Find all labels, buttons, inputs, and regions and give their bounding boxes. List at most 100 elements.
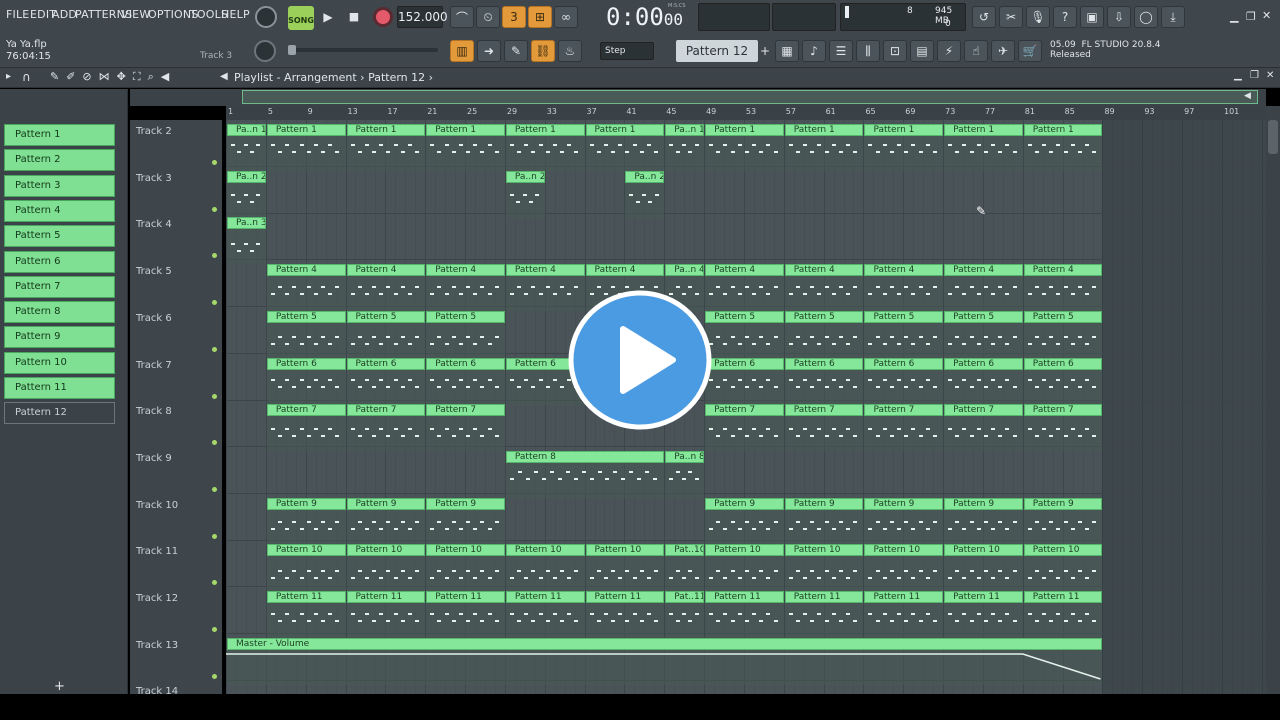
pattern-clip[interactable]: Pat..11 [665, 591, 705, 638]
playlist-icon[interactable]: ☰ [829, 40, 853, 62]
pattern-clip[interactable]: Pattern 6 [784, 357, 864, 405]
track-label[interactable]: Track 2 [136, 126, 172, 137]
pattern-clip[interactable]: Pattern 1 [705, 124, 784, 171]
pattern-clip[interactable]: Pattern 4 [944, 264, 1023, 312]
pattern-clip[interactable]: Pattern 5 [864, 310, 944, 358]
tools-icon[interactable]: ✈ [991, 40, 1015, 62]
pattern-clip[interactable]: Pattern 9 [705, 497, 784, 545]
pattern-clip[interactable]: Pattern 9 [1023, 497, 1103, 545]
playlist-grid[interactable]: Pa..n 1 Pattern 1 Pattern 1 Pattern 1 Patter… [226, 120, 1266, 694]
download-icon[interactable]: ⤓ [1161, 6, 1185, 28]
pattern-clip[interactable]: Pattern 10 [505, 544, 585, 592]
timeline-ruler[interactable]: 1 5 9 13 17 21 25 29 33 37 41 45 49 53 57 61 65 69 73 77 81 8… [226, 106, 1266, 120]
overview-arrow-icon[interactable]: ◀ [1244, 91, 1251, 101]
pattern-clip[interactable]: Pa..n 3 [227, 217, 266, 265]
menu-file[interactable]: FILE [6, 8, 29, 21]
track-mute-led[interactable] [212, 253, 217, 259]
track-lane[interactable] [226, 680, 1266, 694]
project-icon[interactable]: ▤ [910, 40, 934, 62]
track-lane[interactable] [226, 167, 1266, 214]
pattern-clip[interactable]: Pattern 1 [266, 124, 346, 171]
pattern-clip[interactable]: Pattern 6 [944, 357, 1023, 405]
help-icon[interactable]: ? [1053, 6, 1077, 28]
pattern-list-item[interactable]: Pattern 11 [4, 377, 115, 399]
paint-icon[interactable]: ✎ [504, 40, 528, 62]
pattern-clip[interactable]: Pattern 9 [266, 497, 346, 545]
pattern-clip[interactable]: Pattern 5 [426, 310, 505, 358]
pattern-clip[interactable]: Pattern 10 [1023, 544, 1103, 592]
pattern-clip[interactable]: Pattern 8 [505, 450, 665, 498]
pattern-list-item[interactable]: Pattern 5 [4, 225, 115, 248]
pattern-clip[interactable]: Pattern 5 [705, 310, 784, 358]
pattern-clip[interactable]: Pattern 11 [864, 591, 944, 638]
track-mute-led[interactable] [212, 160, 217, 165]
pattern-clip[interactable]: Pattern 9 [784, 497, 864, 545]
channel-rack-icon[interactable]: ▦ [775, 40, 799, 62]
pattern-list-item[interactable]: Pattern 9 [4, 326, 115, 349]
menu-help[interactable]: HELP [221, 8, 250, 21]
pattern-clip[interactable]: Pattern 10 [705, 544, 784, 592]
pattern-clip[interactable]: Pattern 10 [346, 544, 426, 592]
pattern-clip[interactable]: Pattern 11 [505, 591, 585, 638]
track-label[interactable]: Track 13 [136, 640, 178, 651]
song-mode-toggle[interactable]: SONG [288, 6, 314, 30]
pattern-clip[interactable]: Pattern 4 [346, 264, 426, 312]
pattern-list-item[interactable]: Pattern 3 [4, 174, 115, 197]
pattern-clip[interactable]: Pattern 6 [346, 357, 426, 405]
options-arrow-icon[interactable]: ▸ [6, 71, 11, 82]
pattern-clip[interactable]: Pattern 11 [266, 591, 346, 638]
pattern-clip[interactable]: Pa..n 2 [227, 170, 266, 218]
pattern-clip[interactable]: Pattern 10 [944, 544, 1023, 592]
touch-icon[interactable]: ☝ [964, 40, 988, 62]
pattern-clip[interactable]: Pattern 11 [1023, 591, 1103, 638]
pattern-clip[interactable]: Pa..n 2 [505, 170, 545, 218]
stop-button[interactable]: ■ [344, 6, 364, 28]
pattern-list-item[interactable]: Pattern 12 [4, 402, 115, 425]
pattern-clip[interactable]: Pattern 1 [864, 124, 944, 171]
position-slider[interactable] [288, 45, 438, 55]
pattern-clip[interactable]: Pattern 5 [1023, 310, 1103, 358]
playlist-maximize-icon[interactable]: ❐ [1250, 70, 1259, 81]
add-track-icon[interactable]: + [54, 679, 65, 694]
stamp-icon[interactable]: ♨ [558, 40, 582, 62]
pattern-clip[interactable]: Pattern 7 [944, 404, 1023, 452]
link-icon[interactable]: ⛓ [531, 40, 555, 62]
pattern-clip[interactable]: Pattern 7 [1023, 404, 1103, 452]
pattern-clip[interactable]: Pattern 10 [585, 544, 665, 592]
magnet-icon[interactable]: ∩ [22, 70, 31, 84]
menu-add[interactable]: ADD [52, 8, 77, 21]
plugin-icon[interactable]: ⚡ [937, 40, 961, 62]
pattern-clip[interactable]: Pattern 11 [944, 591, 1023, 638]
pattern-clip[interactable]: Pattern 10 [266, 544, 346, 592]
pattern-clip[interactable]: Pattern 7 [426, 404, 505, 452]
track-label[interactable]: Track 12 [136, 593, 178, 604]
pattern-clip[interactable]: Pattern 1 [944, 124, 1023, 171]
playlist-tools[interactable]: ✎✐⊘⋈✥⛶⌕◀ [50, 70, 176, 84]
pattern-clip[interactable]: Pa..n 1 [227, 124, 266, 171]
track-lane[interactable] [226, 447, 1266, 494]
menu-view[interactable]: VIEW [121, 8, 150, 21]
pattern-clip[interactable]: Pattern 6 [426, 357, 505, 405]
minimize-icon[interactable]: ▁ [1230, 10, 1238, 23]
track-mute-led[interactable] [212, 486, 217, 492]
track-mute-led[interactable] [212, 533, 217, 539]
restore-icon[interactable]: ❐ [1246, 10, 1256, 23]
track-lane[interactable] [226, 213, 1266, 261]
loop-record-icon[interactable]: ⊞ [528, 6, 552, 28]
track-label[interactable]: Track 7 [136, 360, 172, 371]
pattern-clip[interactable]: Pattern 6 [705, 357, 784, 405]
wait-icon[interactable]: ⏲ [476, 6, 500, 28]
pattern-clip[interactable]: Pattern 7 [705, 404, 784, 452]
pattern-list-item[interactable]: Pattern 1 [4, 124, 115, 146]
track-mute-led[interactable] [212, 673, 217, 679]
track-mute-led[interactable] [212, 580, 217, 586]
track-label[interactable]: Track 3 [136, 173, 172, 184]
pattern-clip[interactable]: Pattern 5 [944, 310, 1023, 358]
pattern-clip[interactable]: Pattern 7 [864, 404, 944, 452]
blend-notes-icon[interactable]: ∞ [554, 6, 578, 28]
pattern-clip[interactable]: Pa..n 2 [625, 170, 665, 218]
pattern-selector[interactable]: Pattern 12 [676, 40, 758, 62]
pattern-clip[interactable]: Pattern 11 [784, 591, 864, 638]
piano-roll-icon[interactable]: ♪ [802, 40, 826, 62]
pattern-list-item[interactable]: Pattern 6 [4, 250, 115, 273]
